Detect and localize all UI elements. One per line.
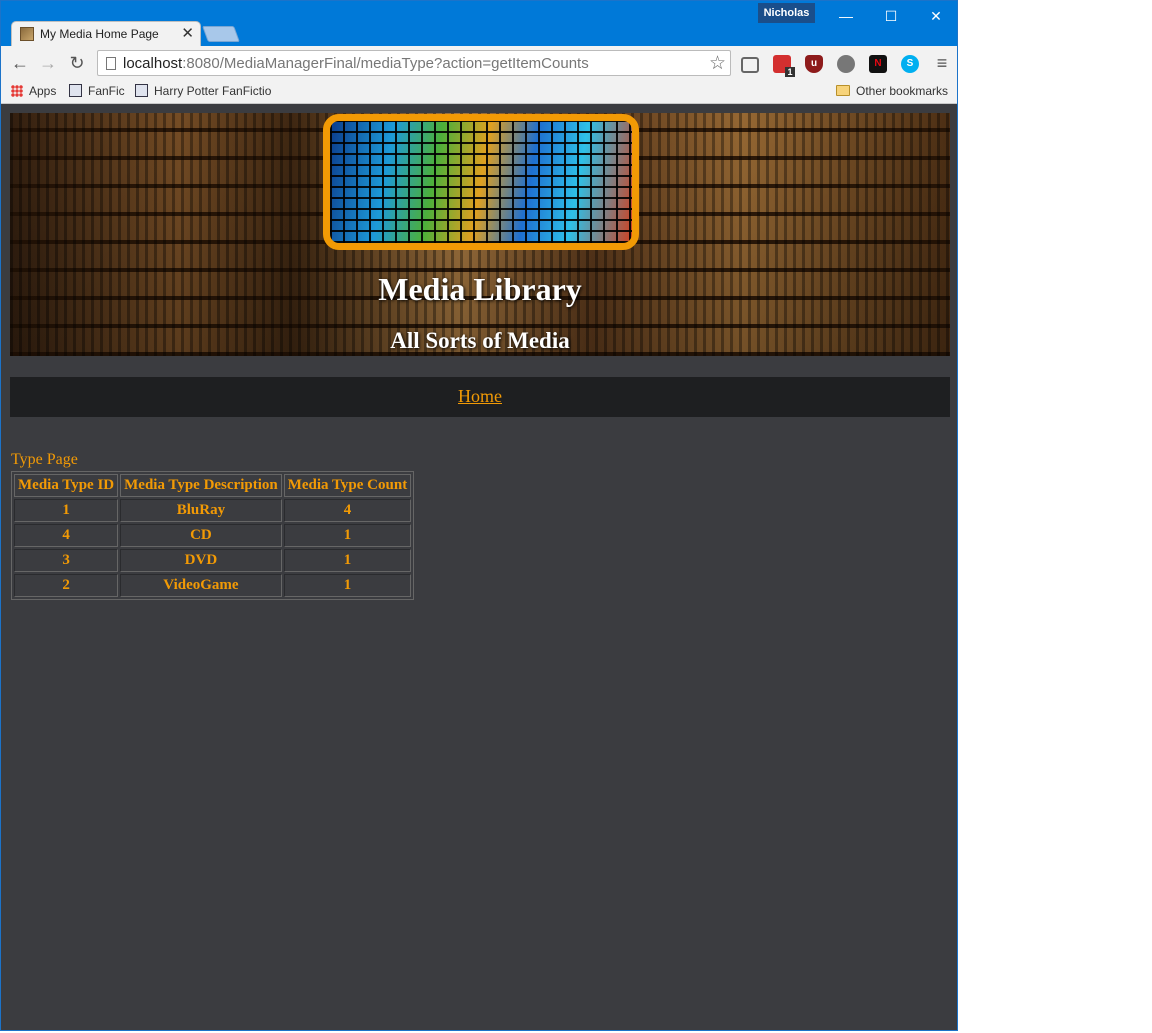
ghostery-icon[interactable]: [837, 55, 855, 73]
minimize-icon[interactable]: —: [831, 7, 861, 27]
media-type-count: 4: [283, 499, 412, 522]
table-row: 1 BluRay 4: [14, 499, 412, 522]
site-subtitle: All Sorts of Media: [390, 328, 570, 353]
media-type-id: 1: [14, 499, 119, 522]
bookmark-page-icon: [135, 84, 148, 97]
column-header: Media Type Description: [120, 474, 282, 497]
browser-window: My Media Home Page ✕ Nicholas — ☐ ✕ ← → …: [0, 0, 958, 1031]
page-icon: [106, 57, 116, 70]
apps-grid-icon: [11, 85, 23, 97]
media-type-table: Media Type ID Media Type Description Med…: [11, 471, 415, 600]
maximize-icon[interactable]: ☐: [876, 7, 906, 27]
page-content: Media Library All Sorts of Media Home Ty…: [1, 104, 957, 1030]
bookmarks-bar: Apps FanFic Harry Potter FanFictio Other…: [1, 81, 957, 104]
table-row: 2 VideoGame 1: [14, 574, 412, 597]
folder-icon: [836, 85, 850, 96]
menu-icon[interactable]: ≡: [931, 52, 953, 74]
title-bar: My Media Home Page ✕ Nicholas — ☐ ✕: [1, 1, 957, 46]
extension-icon[interactable]: 1: [773, 55, 795, 77]
cast-icon[interactable]: [741, 57, 759, 73]
column-header: Media Type Count: [283, 474, 412, 497]
column-header: Media Type ID: [14, 474, 119, 497]
bookmark-star-icon[interactable]: ☆: [709, 52, 726, 75]
home-link[interactable]: Home: [10, 386, 950, 407]
media-type-description: DVD: [120, 549, 282, 572]
media-type-id: 3: [14, 549, 119, 572]
nav-bar: Home: [10, 377, 950, 417]
media-type-count: 1: [283, 524, 412, 547]
back-icon[interactable]: ←: [9, 52, 31, 74]
address-bar[interactable]: localhost:8080/MediaManagerFinal/mediaTy…: [97, 50, 731, 76]
bookmark-page-icon: [69, 84, 82, 97]
site-title: Media Library: [378, 271, 582, 307]
favicon-icon: [20, 27, 34, 41]
reload-icon[interactable]: ↻: [66, 52, 88, 74]
url-text: localhost:8080/MediaManagerFinal/mediaTy…: [123, 55, 589, 72]
table-header-row: Media Type ID Media Type Description Med…: [14, 474, 412, 497]
tab-close-icon[interactable]: ✕: [181, 24, 194, 42]
browser-toolbar: ← → ↻ localhost:8080/MediaManagerFinal/m…: [1, 46, 957, 81]
close-window-icon[interactable]: ✕: [921, 7, 951, 27]
ublock-icon[interactable]: u: [805, 55, 823, 73]
media-type-count: 1: [283, 574, 412, 597]
media-type-id: 4: [14, 524, 119, 547]
profile-button[interactable]: Nicholas: [758, 3, 815, 23]
header-banner: Media Library All Sorts of Media: [10, 113, 950, 356]
netflix-icon[interactable]: N: [869, 55, 887, 73]
media-type-description: CD: [120, 524, 282, 547]
table-row: 4 CD 1: [14, 524, 412, 547]
media-type-count: 1: [283, 549, 412, 572]
media-type-description: BluRay: [120, 499, 282, 522]
extension-badge: 1: [785, 67, 795, 77]
media-type-id: 2: [14, 574, 119, 597]
media-type-description: VideoGame: [120, 574, 282, 597]
page-heading: Type Page: [11, 451, 78, 468]
tab-title: My Media Home Page: [40, 27, 159, 41]
new-tab-button[interactable]: [202, 26, 240, 42]
browser-tab[interactable]: My Media Home Page ✕: [11, 21, 201, 46]
skype-icon[interactable]: S: [901, 55, 919, 73]
bookmark-fanfic[interactable]: FanFic: [69, 84, 125, 98]
media-wall-logo: [323, 114, 639, 250]
forward-icon[interactable]: →: [37, 52, 59, 74]
table-row: 3 DVD 1: [14, 549, 412, 572]
bookmark-hp-fanfic[interactable]: Harry Potter FanFictio: [135, 84, 271, 98]
bookmark-other[interactable]: Other bookmarks: [836, 84, 948, 98]
bookmark-apps[interactable]: Apps: [11, 84, 56, 98]
